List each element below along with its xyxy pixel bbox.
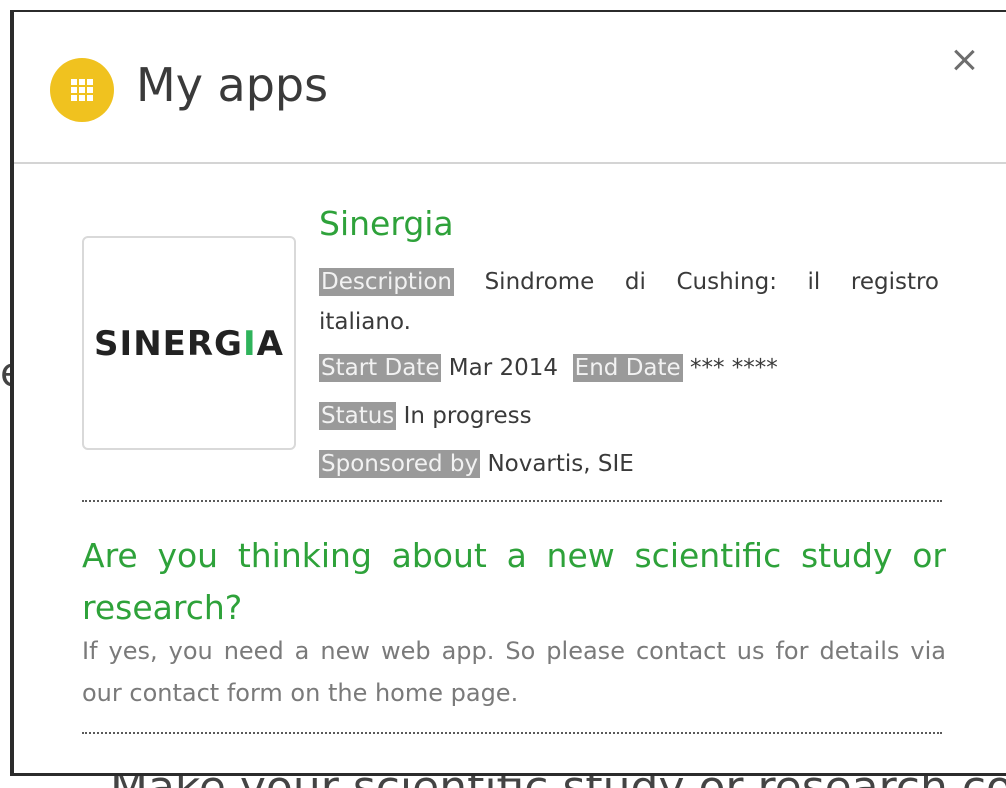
modal-header: My apps <box>14 12 1006 164</box>
cta-body-text: If yes, you need a new web app. So pleas… <box>82 637 946 707</box>
description-label: Description <box>319 268 454 296</box>
sponsor-value: Novartis, SIE <box>487 451 634 477</box>
end-date-value: *** **** <box>689 355 778 381</box>
dotted-divider-bottom <box>82 732 942 734</box>
start-date-value: Mar 2014 <box>448 355 559 381</box>
status-value: In progress <box>403 403 532 429</box>
my-apps-modal: My apps SINERGIA Sinergia Description Si… <box>10 10 1006 776</box>
end-date-label: End Date <box>572 354 683 382</box>
app-logo-text: SINERGIA <box>94 324 284 364</box>
description-value: Sindrome di Cushing: il registro <box>484 269 940 295</box>
cta-heading: Are you thinking about a new scientific … <box>82 536 946 627</box>
app-name-link[interactable]: Sinergia <box>319 204 454 243</box>
dotted-divider <box>82 500 942 502</box>
start-date-label: Start Date <box>319 354 442 382</box>
description-row: Description Sindrome di Cushing: il regi… <box>319 262 939 302</box>
app-logo[interactable]: SINERGIA <box>82 236 296 450</box>
description-value-cont: italiano. <box>319 309 411 335</box>
dates-row: Start Date Mar 2014 End Date *** **** <box>319 348 778 388</box>
status-row: Status In progress <box>319 396 532 436</box>
status-label: Status <box>319 402 397 430</box>
apps-grid-icon <box>50 58 114 122</box>
close-icon[interactable] <box>946 42 982 78</box>
description-row-cont: italiano. <box>319 302 411 342</box>
modal-title: My apps <box>136 58 329 112</box>
sponsor-label: Sponsored by <box>319 450 481 478</box>
sponsor-row: Sponsored by Novartis, SIE <box>319 444 634 484</box>
